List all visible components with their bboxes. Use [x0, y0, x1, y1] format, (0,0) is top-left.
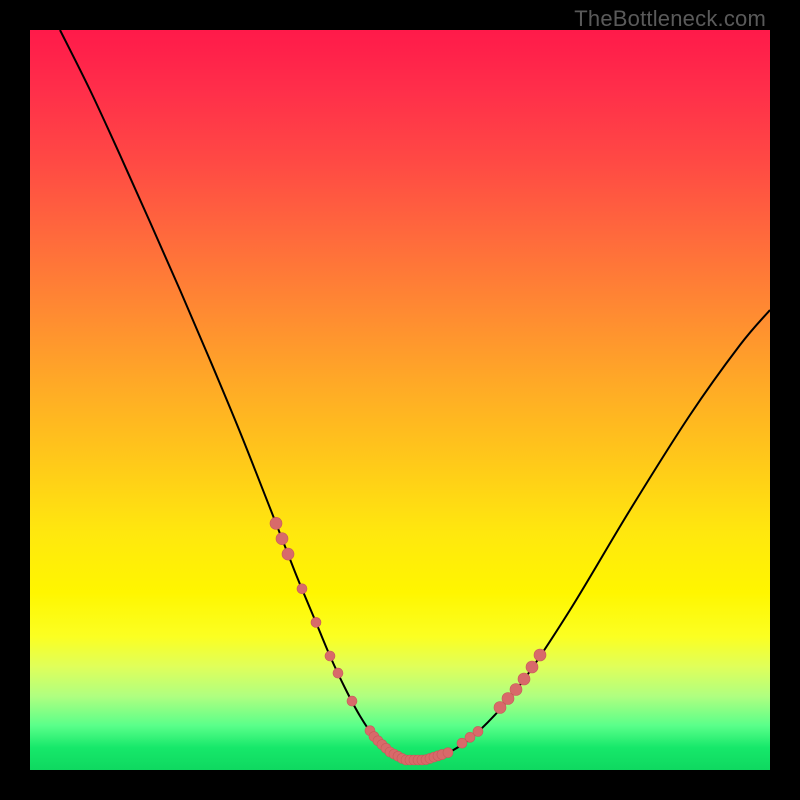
curve-dot	[510, 684, 522, 696]
plot-frame	[30, 30, 770, 770]
curve-dot	[297, 584, 307, 594]
curve-dot	[282, 548, 294, 560]
curve-dot	[333, 668, 343, 678]
curve-dot	[347, 696, 357, 706]
curve-dot	[518, 673, 530, 685]
curve-dot	[473, 726, 483, 736]
curve-dot	[443, 748, 453, 758]
curve-markers	[270, 517, 546, 765]
curve-dot	[311, 617, 321, 627]
bottleneck-curve	[60, 30, 770, 761]
curve-dot	[276, 533, 288, 545]
curve-dot	[325, 651, 335, 661]
curve-dot	[270, 517, 282, 529]
attribution-text: TheBottleneck.com	[574, 6, 766, 32]
curve-dot	[526, 661, 538, 673]
curve-dot	[534, 649, 546, 661]
chart-svg	[30, 30, 770, 770]
